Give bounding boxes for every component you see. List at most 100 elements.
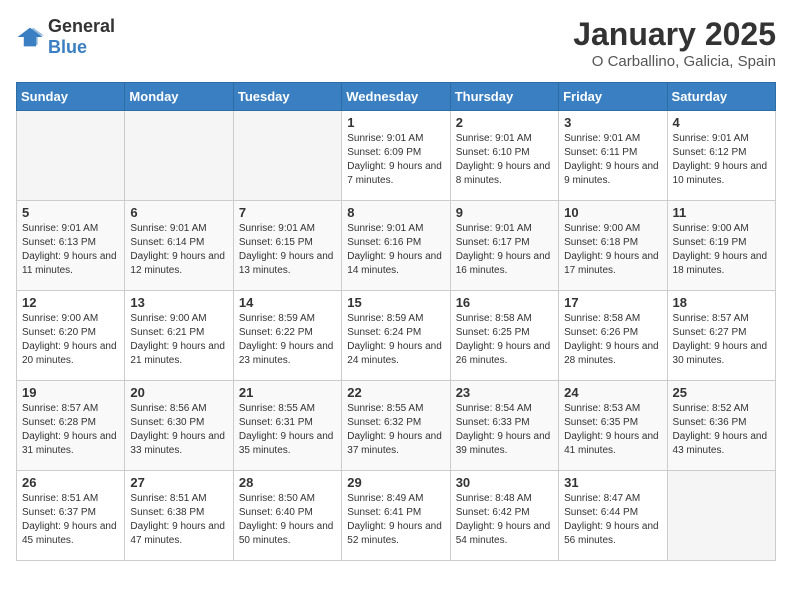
day-number: 7 [239, 205, 336, 220]
day-number: 24 [564, 385, 661, 400]
week-row-4: 19 Sunrise: 8:57 AM Sunset: 6:28 PM Dayli… [17, 381, 776, 471]
day-info: Sunrise: 9:00 AM Sunset: 6:20 PM Dayligh… [22, 312, 119, 368]
day-info: Sunrise: 9:00 AM Sunset: 6:19 PM Dayligh… [673, 222, 770, 278]
day-info: Sunrise: 8:59 AM Sunset: 6:24 PM Dayligh… [347, 312, 444, 368]
col-header-tuesday: Tuesday [233, 83, 341, 111]
day-info: Sunrise: 9:01 AM Sunset: 6:10 PM Dayligh… [456, 132, 553, 188]
day-number: 9 [456, 205, 553, 220]
col-header-wednesday: Wednesday [342, 83, 450, 111]
day-info: Sunrise: 9:01 AM Sunset: 6:17 PM Dayligh… [456, 222, 553, 278]
day-number: 4 [673, 115, 770, 130]
calendar-cell [125, 111, 233, 201]
calendar-cell: 6 Sunrise: 9:01 AM Sunset: 6:14 PM Daylig… [125, 201, 233, 291]
calendar-cell: 16Sunrise: 8:58 AM Sunset: 6:25 PM Dayli… [450, 291, 558, 381]
day-number: 20 [130, 385, 227, 400]
calendar-cell: 25Sunrise: 8:52 AM Sunset: 6:36 PM Dayli… [667, 381, 775, 471]
calendar-cell: 2 Sunrise: 9:01 AM Sunset: 6:10 PM Daylig… [450, 111, 558, 201]
calendar-cell [667, 471, 775, 561]
calendar-cell: 13 Sunrise: 9:00 AM Sunset: 6:21 PM Dayli… [125, 291, 233, 381]
day-info: Sunrise: 9:00 AM Sunset: 6:21 PM Dayligh… [130, 312, 227, 368]
calendar-cell: 28 Sunrise: 8:50 AM Sunset: 6:40 PM Dayli… [233, 471, 341, 561]
day-info: Sunrise: 9:01 AM Sunset: 6:15 PM Dayligh… [239, 222, 336, 278]
day-number: 14 [239, 295, 336, 310]
logo-blue: Blue [48, 37, 87, 57]
week-row-3: 12 Sunrise: 9:00 AM Sunset: 6:20 PM Dayli… [17, 291, 776, 381]
calendar-cell: 8Sunrise: 9:01 AM Sunset: 6:16 PM Daylig… [342, 201, 450, 291]
day-number: 2 [456, 115, 553, 130]
calendar-cell: 3 Sunrise: 9:01 AM Sunset: 6:11 PM Daylig… [559, 111, 667, 201]
day-number: 13 [130, 295, 227, 310]
day-info: Sunrise: 9:01 AM Sunset: 6:11 PM Dayligh… [564, 132, 661, 188]
day-number: 5 [22, 205, 119, 220]
calendar-cell: 1Sunrise: 9:01 AM Sunset: 6:09 PM Daylig… [342, 111, 450, 201]
day-number: 15 [347, 295, 444, 310]
day-info: Sunrise: 8:59 AM Sunset: 6:22 PM Dayligh… [239, 312, 336, 368]
col-header-thursday: Thursday [450, 83, 558, 111]
col-header-saturday: Saturday [667, 83, 775, 111]
col-header-sunday: Sunday [17, 83, 125, 111]
day-info: Sunrise: 8:50 AM Sunset: 6:40 PM Dayligh… [239, 492, 336, 548]
day-number: 22 [347, 385, 444, 400]
calendar-cell: 31 Sunrise: 8:47 AM Sunset: 6:44 PM Dayli… [559, 471, 667, 561]
calendar-cell: 10 Sunrise: 9:00 AM Sunset: 6:18 PM Dayli… [559, 201, 667, 291]
day-number: 30 [456, 475, 553, 490]
calendar-cell: 4 Sunrise: 9:01 AM Sunset: 6:12 PM Daylig… [667, 111, 775, 201]
calendar-cell: 15 Sunrise: 8:59 AM Sunset: 6:24 PM Dayli… [342, 291, 450, 381]
day-info: Sunrise: 8:48 AM Sunset: 6:42 PM Dayligh… [456, 492, 553, 548]
calendar-cell: 9 Sunrise: 9:01 AM Sunset: 6:17 PM Daylig… [450, 201, 558, 291]
calendar-cell [233, 111, 341, 201]
calendar-cell: 23Sunrise: 8:54 AM Sunset: 6:33 PM Dayli… [450, 381, 558, 471]
day-number: 31 [564, 475, 661, 490]
col-header-monday: Monday [125, 83, 233, 111]
day-number: 6 [130, 205, 227, 220]
day-number: 26 [22, 475, 119, 490]
day-info: Sunrise: 8:54 AM Sunset: 6:33 PM Dayligh… [456, 402, 553, 458]
col-header-friday: Friday [559, 83, 667, 111]
day-info: Sunrise: 8:56 AM Sunset: 6:30 PM Dayligh… [130, 402, 227, 458]
calendar-table: SundayMondayTuesdayWednesdayThursdayFrid… [16, 82, 776, 561]
calendar-cell: 11 Sunrise: 9:00 AM Sunset: 6:19 PM Dayli… [667, 201, 775, 291]
day-info: Sunrise: 9:01 AM Sunset: 6:13 PM Dayligh… [22, 222, 119, 278]
day-number: 1 [347, 115, 444, 130]
day-number: 16 [456, 295, 553, 310]
day-number: 28 [239, 475, 336, 490]
day-number: 29 [347, 475, 444, 490]
day-number: 8 [347, 205, 444, 220]
logo-general: General [48, 16, 115, 36]
day-info: Sunrise: 8:47 AM Sunset: 6:44 PM Dayligh… [564, 492, 661, 548]
calendar-cell: 5 Sunrise: 9:01 AM Sunset: 6:13 PM Daylig… [17, 201, 125, 291]
logo: General Blue [16, 16, 115, 58]
week-row-1: 1Sunrise: 9:01 AM Sunset: 6:09 PM Daylig… [17, 111, 776, 201]
logo-text: General Blue [48, 16, 115, 58]
day-info: Sunrise: 8:51 AM Sunset: 6:37 PM Dayligh… [22, 492, 119, 548]
day-info: Sunrise: 8:52 AM Sunset: 6:36 PM Dayligh… [673, 402, 770, 458]
day-info: Sunrise: 8:49 AM Sunset: 6:41 PM Dayligh… [347, 492, 444, 548]
title-block: January 2025 O Carballino, Galicia, Spai… [573, 16, 776, 70]
day-number: 10 [564, 205, 661, 220]
day-info: Sunrise: 8:57 AM Sunset: 6:28 PM Dayligh… [22, 402, 119, 458]
day-info: Sunrise: 8:57 AM Sunset: 6:27 PM Dayligh… [673, 312, 770, 368]
day-info: Sunrise: 9:01 AM Sunset: 6:12 PM Dayligh… [673, 132, 770, 188]
day-info: Sunrise: 8:53 AM Sunset: 6:35 PM Dayligh… [564, 402, 661, 458]
day-info: Sunrise: 8:55 AM Sunset: 6:32 PM Dayligh… [347, 402, 444, 458]
day-info: Sunrise: 8:58 AM Sunset: 6:26 PM Dayligh… [564, 312, 661, 368]
day-number: 18 [673, 295, 770, 310]
calendar-cell: 30 Sunrise: 8:48 AM Sunset: 6:42 PM Dayli… [450, 471, 558, 561]
day-info: Sunrise: 9:00 AM Sunset: 6:18 PM Dayligh… [564, 222, 661, 278]
day-number: 3 [564, 115, 661, 130]
calendar-cell: 14 Sunrise: 8:59 AM Sunset: 6:22 PM Dayli… [233, 291, 341, 381]
day-number: 17 [564, 295, 661, 310]
day-number: 12 [22, 295, 119, 310]
calendar-cell: 19 Sunrise: 8:57 AM Sunset: 6:28 PM Dayli… [17, 381, 125, 471]
calendar-cell: 27Sunrise: 8:51 AM Sunset: 6:38 PM Dayli… [125, 471, 233, 561]
day-info: Sunrise: 9:01 AM Sunset: 6:14 PM Dayligh… [130, 222, 227, 278]
logo-icon [16, 26, 44, 48]
day-number: 19 [22, 385, 119, 400]
calendar-cell: 17 Sunrise: 8:58 AM Sunset: 6:26 PM Dayli… [559, 291, 667, 381]
day-info: Sunrise: 8:55 AM Sunset: 6:31 PM Dayligh… [239, 402, 336, 458]
page-header: General Blue January 2025 O Carballino, … [16, 16, 776, 70]
day-info: Sunrise: 8:51 AM Sunset: 6:38 PM Dayligh… [130, 492, 227, 548]
day-number: 11 [673, 205, 770, 220]
calendar-header-row: SundayMondayTuesdayWednesdayThursdayFrid… [17, 83, 776, 111]
calendar-title: January 2025 [573, 16, 776, 53]
